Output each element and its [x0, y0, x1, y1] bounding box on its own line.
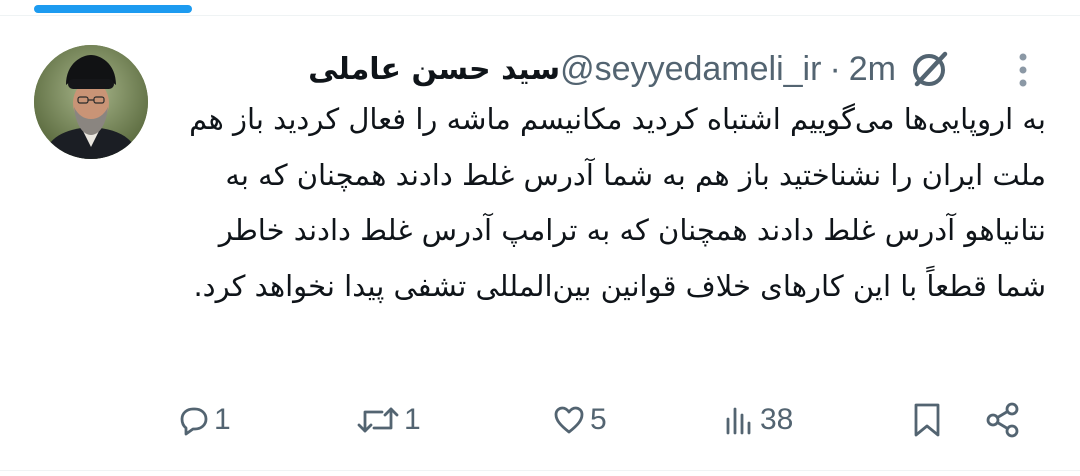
bookmark-button[interactable]	[910, 396, 944, 444]
tweet-card: سید حسن عاملی @seyyedameli_ir · 2m به ار…	[0, 0, 1080, 476]
top-divider	[0, 15, 1080, 16]
share-icon	[984, 401, 1022, 439]
action-bar: 1 1 5 38	[0, 396, 1080, 444]
avatar-image	[34, 45, 148, 159]
tweet-header: سید حسن عاملی @seyyedameli_ir · 2m	[294, 44, 896, 94]
retweet-icon	[356, 403, 400, 437]
bookmark-icon	[910, 401, 944, 439]
retweet-count: 1	[404, 403, 421, 436]
reply-button[interactable]: 1	[176, 396, 231, 444]
author-handle[interactable]: @seyyedameli_ir	[560, 50, 821, 89]
views-icon	[722, 403, 756, 437]
timestamp[interactable]: 2m	[849, 50, 896, 89]
header-separator: ·	[829, 49, 841, 88]
reply-icon	[176, 403, 210, 437]
grok-icon[interactable]	[905, 44, 955, 94]
views-count: 38	[760, 403, 794, 436]
views-button[interactable]: 38	[722, 396, 793, 444]
like-button[interactable]: 5	[552, 396, 607, 444]
like-icon	[552, 403, 586, 437]
author-name[interactable]: سید حسن عاملی	[308, 52, 560, 87]
like-count: 5	[590, 403, 607, 436]
more-options-icon[interactable]	[1010, 50, 1036, 90]
bottom-divider	[0, 470, 1080, 471]
retweet-button[interactable]: 1	[356, 396, 421, 444]
reply-count: 1	[214, 403, 231, 436]
avatar[interactable]	[34, 45, 148, 159]
share-button[interactable]	[984, 396, 1022, 444]
active-tab-indicator	[34, 5, 192, 13]
tweet-text: به اروپایی‌ها می‌گوییم اشتباه کردید مکان…	[189, 102, 1046, 303]
